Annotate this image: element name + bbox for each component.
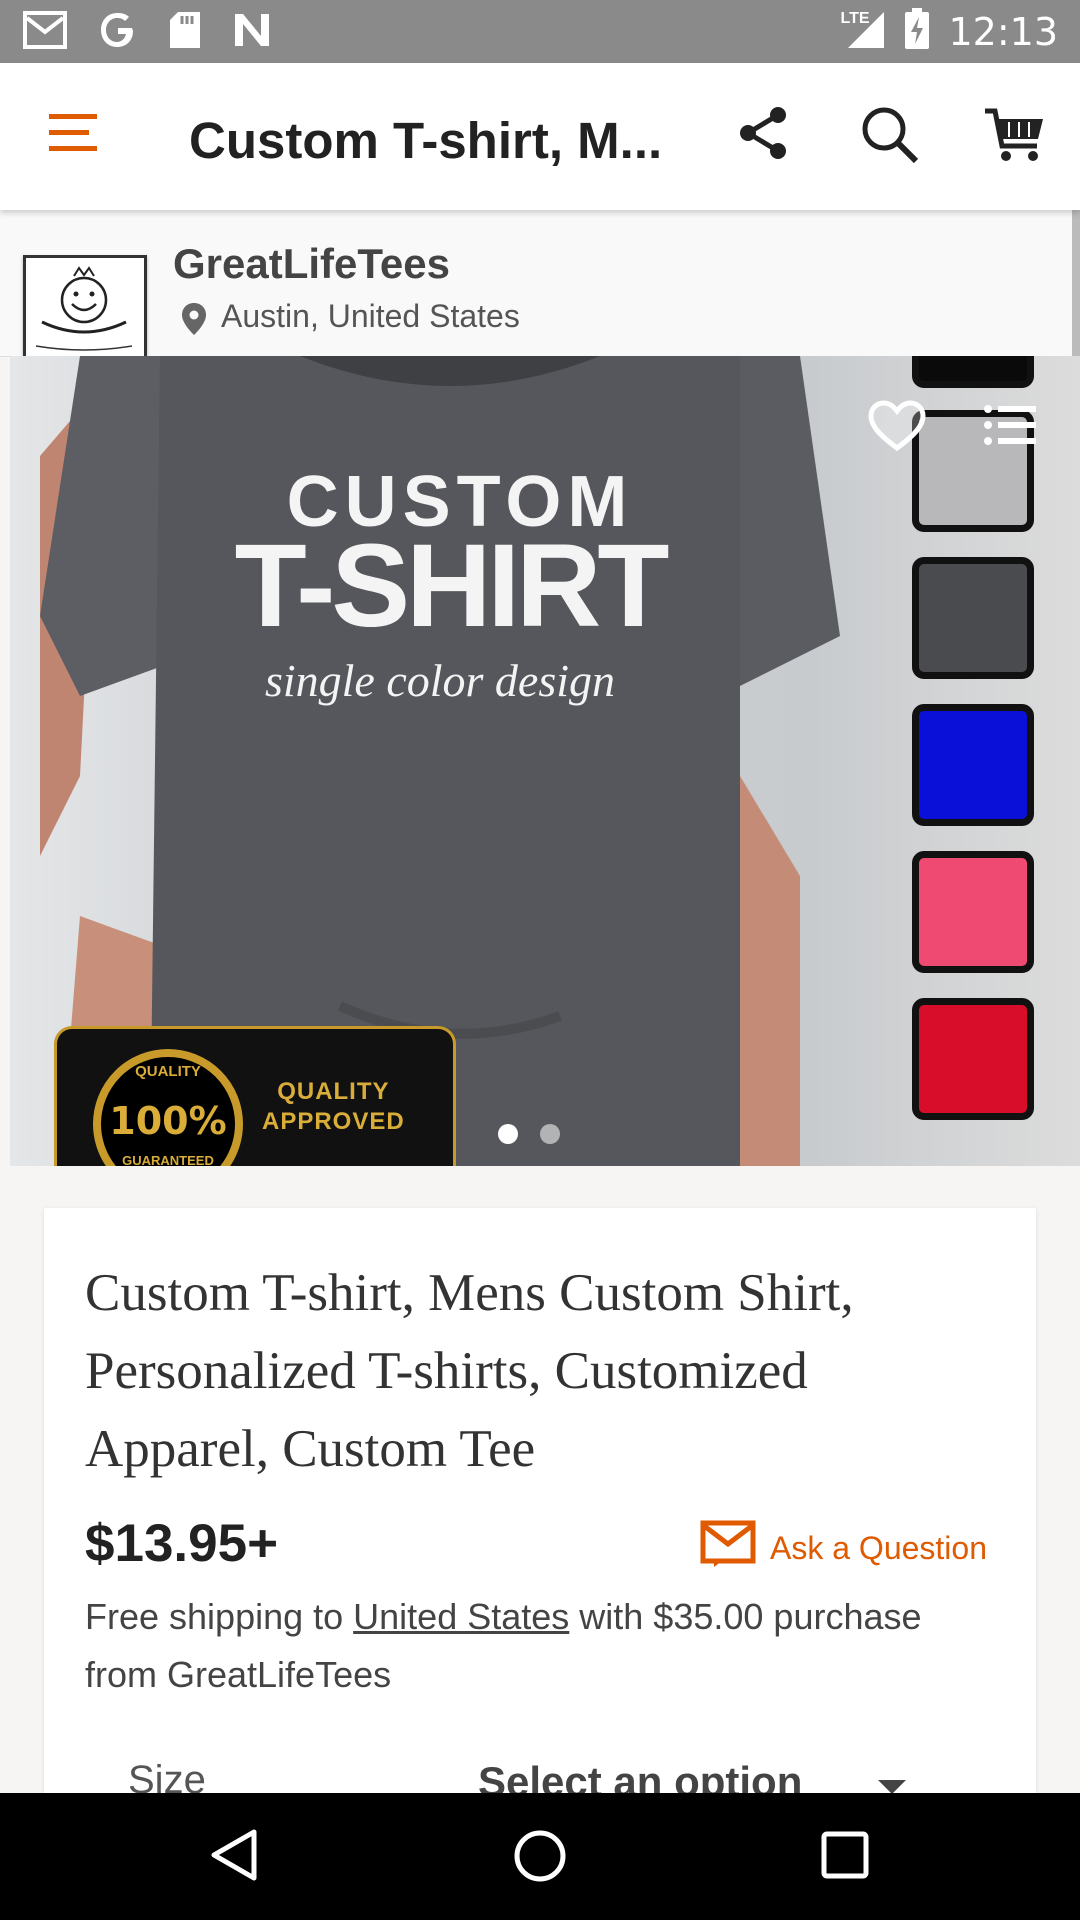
product-title: Custom T-shirt, Mens Custom Shirt, Perso… (85, 1264, 854, 1478)
quality-badge: QUALITY 100% GUARANTEED QUALITY APPROVED (54, 1026, 456, 1166)
favorite-heart-icon[interactable] (868, 400, 926, 457)
mail-icon (700, 1520, 756, 1576)
cart-icon (983, 106, 1045, 169)
gmail-icon (22, 10, 68, 55)
menu-button[interactable] (36, 103, 110, 165)
battery-icon (904, 8, 930, 55)
color-swatch[interactable] (912, 704, 1034, 826)
back-icon[interactable] (210, 1828, 258, 1887)
menu-icon (47, 111, 99, 158)
carousel-dot[interactable] (540, 1124, 560, 1144)
shipping-info: Free shipping to United States with $35.… (85, 1596, 922, 1695)
carousel-dot[interactable] (498, 1124, 518, 1144)
recents-icon[interactable] (820, 1830, 870, 1885)
status-bar: LTE 12:13 (0, 0, 1080, 63)
system-nav-bar (0, 1793, 1080, 1920)
signal-icon: LTE (840, 8, 886, 55)
shirt-print-line3: single color design (265, 655, 615, 706)
google-icon (98, 10, 138, 55)
search-icon (860, 105, 920, 170)
product-price: $13.95+ (85, 1514, 279, 1573)
quality-seal: QUALITY 100% GUARANTEED (93, 1049, 243, 1166)
product-image-carousel[interactable]: CUSTOM T-SHIRT single color design QUALI… (10, 356, 1080, 1166)
scrollbar[interactable] (1072, 210, 1080, 356)
color-swatch[interactable] (912, 998, 1034, 1120)
search-button[interactable] (854, 101, 926, 173)
app-bar: Custom T-shirt, M... (0, 63, 1080, 210)
badge-text-line2: APPROVED (262, 1108, 405, 1135)
share-button[interactable] (730, 101, 798, 169)
carousel-dots (498, 1124, 560, 1144)
cart-button[interactable] (978, 101, 1050, 173)
n-app-icon (232, 10, 272, 55)
color-swatch[interactable] (912, 356, 1034, 388)
list-icon[interactable] (982, 402, 1038, 453)
color-swatch[interactable] (912, 557, 1034, 679)
color-swatch[interactable] (912, 851, 1034, 973)
location-pin-icon (181, 302, 207, 341)
share-icon (736, 105, 792, 166)
badge-text-line1: QUALITY (277, 1078, 390, 1105)
shirt-print-line2: T-SHIRT (235, 520, 669, 652)
network-type: LTE (840, 10, 870, 27)
page-title: Custom T-shirt, M... (189, 112, 663, 169)
shop-location: Austin, United States (221, 298, 520, 334)
color-swatches (897, 356, 1037, 1166)
home-icon[interactable] (512, 1828, 568, 1889)
ask-question-label: Ask a Question (770, 1529, 987, 1566)
shipping-country-link[interactable]: United States (353, 1596, 569, 1637)
ask-question-button[interactable]: Ask a Question (700, 1520, 987, 1576)
clock: 12:13 (948, 9, 1058, 54)
shop-name[interactable]: GreatLifeTees (173, 240, 450, 288)
sd-card-icon (168, 10, 202, 55)
shop-header[interactable]: GreatLifeTees Austin, United States (0, 210, 1080, 379)
chevron-down-icon (878, 1780, 906, 1794)
